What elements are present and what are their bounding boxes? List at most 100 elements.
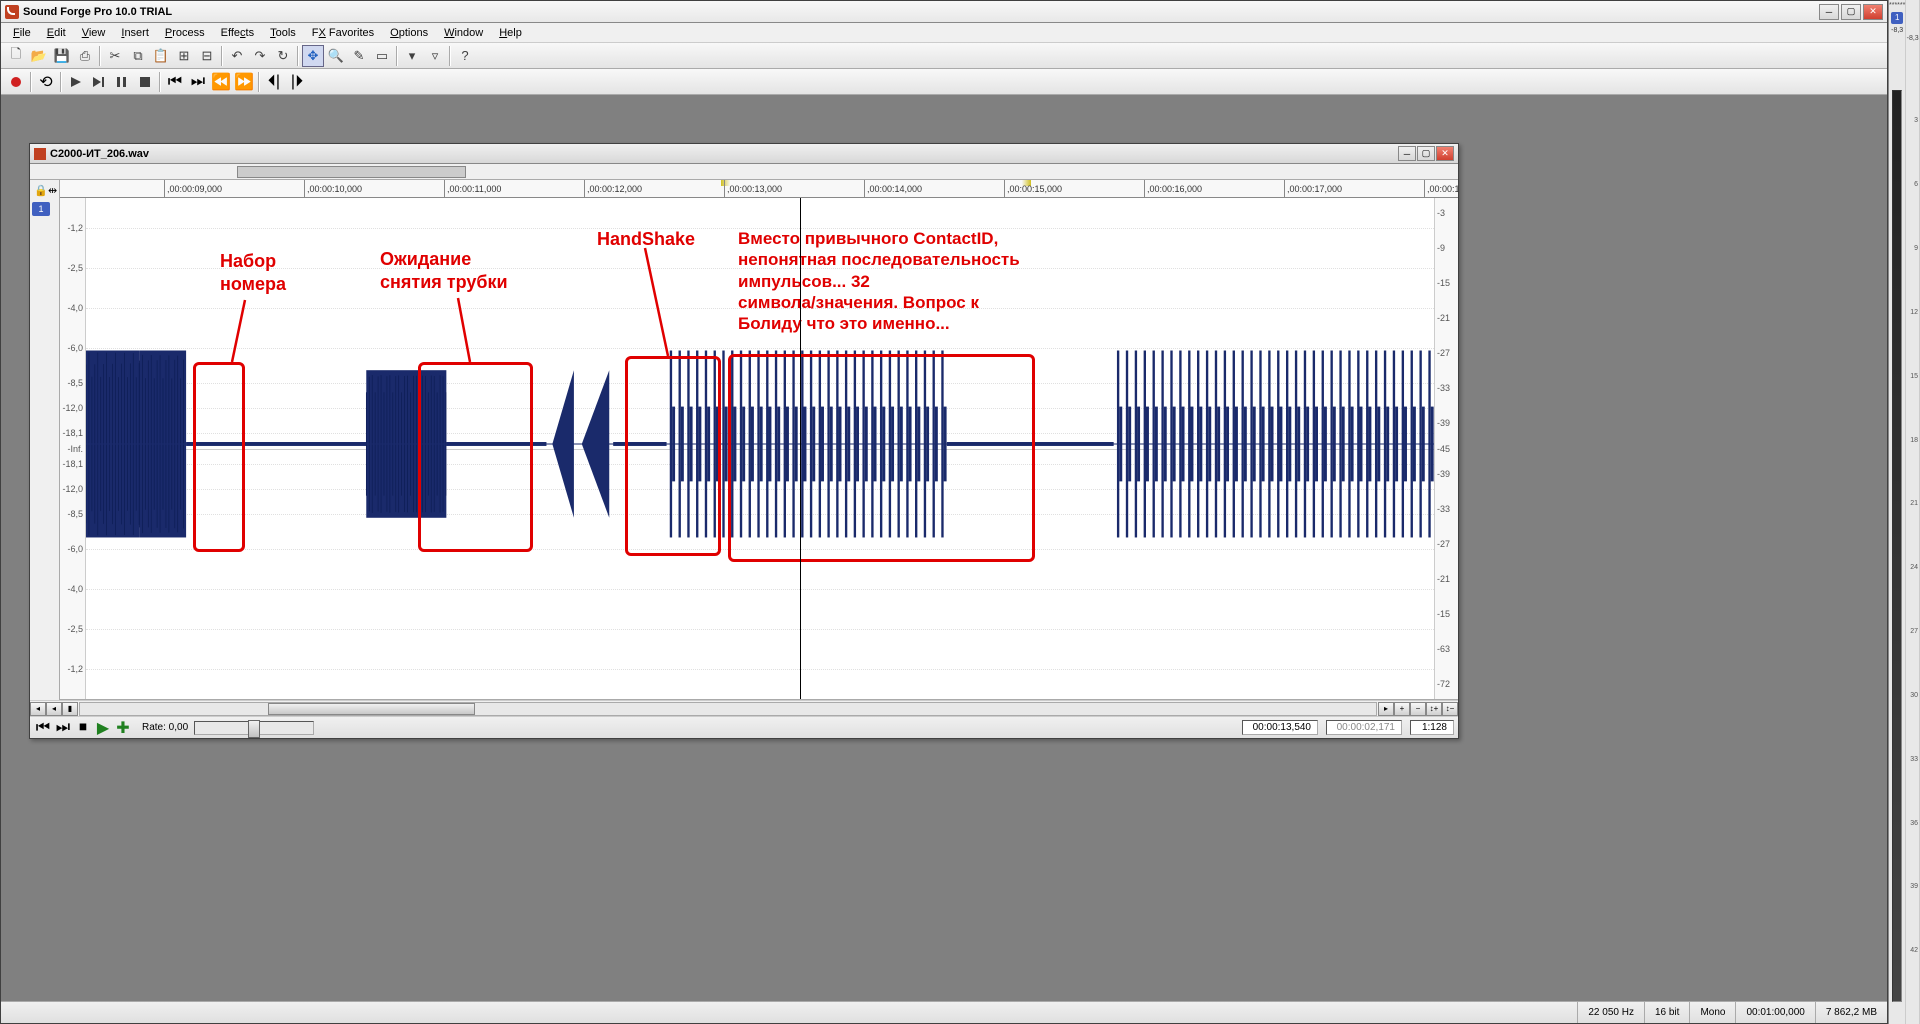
doc-close-button[interactable]: ✕ bbox=[1436, 146, 1454, 161]
loop-icon[interactable]: ⟲ bbox=[35, 71, 57, 93]
lock-icon[interactable]: 🔒 bbox=[34, 184, 48, 197]
save-icon[interactable]: 💾 bbox=[51, 45, 73, 67]
document-window: C2000-ИТ_206.wav ─ ▢ ✕ 🔒 ⇹ 1 bbox=[29, 143, 1459, 739]
app-icon bbox=[5, 5, 19, 19]
meter-bar bbox=[1892, 90, 1902, 1002]
main-transport: ⟲ ⏮ ⏭ ⏪ ⏩ ⏴| |⏵ bbox=[1, 69, 1887, 95]
next-marker-icon[interactable]: |⏵ bbox=[286, 71, 308, 93]
pause-icon[interactable] bbox=[111, 71, 133, 93]
cut-icon[interactable]: ✂ bbox=[104, 45, 126, 67]
undo-icon[interactable]: ↶ bbox=[226, 45, 248, 67]
time-ruler[interactable]: ,00:00:09,000,00:00:10,000,00:00:11,000,… bbox=[60, 180, 1458, 198]
db-scale-left: -1,2-2,5-4,0-6,0-8,5-12,0-18,1-Inf.-18,1… bbox=[60, 198, 86, 699]
main-titlebar: Sound Forge Pro 10.0 TRIAL ─ ▢ ✕ bbox=[1, 1, 1887, 23]
menu-window[interactable]: Window bbox=[436, 25, 491, 41]
scroll-thumb[interactable] bbox=[268, 703, 475, 715]
channel-gutter: 🔒 ⇹ 1 bbox=[30, 180, 60, 700]
overview-strip[interactable] bbox=[30, 164, 1458, 180]
time-selection[interactable]: 00:00:02,171 bbox=[1326, 720, 1402, 735]
status-total-time: 00:01:00,000 bbox=[1735, 1002, 1814, 1023]
menu-effects[interactable]: Effects bbox=[213, 25, 262, 41]
minimize-button[interactable]: ─ bbox=[1819, 4, 1839, 20]
main-window: Sound Forge Pro 10.0 TRIAL ─ ▢ ✕ File Ed… bbox=[0, 0, 1888, 1024]
rate-slider-thumb[interactable] bbox=[248, 720, 260, 738]
zoom-vert-out-icon[interactable]: ↕− bbox=[1442, 702, 1458, 716]
menu-insert[interactable]: Insert bbox=[113, 25, 157, 41]
goend-icon[interactable]: ⏭ bbox=[187, 71, 209, 93]
trim-icon[interactable]: ⊟ bbox=[196, 45, 218, 67]
redo-icon[interactable]: ↷ bbox=[249, 45, 271, 67]
doc-maximize-button[interactable]: ▢ bbox=[1417, 146, 1435, 161]
dt-goend-icon[interactable]: ⏭ bbox=[54, 719, 72, 737]
level-meters: ****** 1 -8,3 -8,3 369121518212427303336… bbox=[1888, 0, 1920, 1024]
menu-fxfav[interactable]: FX Favorites bbox=[304, 25, 382, 41]
dt-play-icon[interactable]: ▶ bbox=[94, 719, 112, 737]
menu-help[interactable]: Help bbox=[491, 25, 530, 41]
help-icon[interactable]: ? bbox=[454, 45, 476, 67]
scroll-track[interactable] bbox=[79, 702, 1377, 716]
waveform-display[interactable]: -1,2-2,5-4,0-6,0-8,5-12,0-18,1-Inf.-18,1… bbox=[60, 198, 1458, 700]
zoom-ratio[interactable]: 1:128 bbox=[1410, 720, 1454, 735]
scroll-right-icon[interactable]: ▸ bbox=[1378, 702, 1394, 716]
copy-icon[interactable]: ⧉ bbox=[127, 45, 149, 67]
menu-tools[interactable]: Tools bbox=[262, 25, 304, 41]
forward-icon[interactable]: ⏩ bbox=[233, 71, 255, 93]
menu-view[interactable]: View bbox=[74, 25, 114, 41]
close-button[interactable]: ✕ bbox=[1863, 4, 1883, 20]
menu-process[interactable]: Process bbox=[157, 25, 213, 41]
document-titlebar[interactable]: C2000-ИТ_206.wav ─ ▢ ✕ bbox=[30, 144, 1458, 164]
magnify-icon[interactable]: 🔍 bbox=[325, 45, 347, 67]
edit-tool-icon[interactable]: ✥ bbox=[302, 45, 324, 67]
meter-scale-column: -8,3 3691215182124273033363942 bbox=[1906, 0, 1920, 1024]
open-icon[interactable]: 📂 bbox=[28, 45, 50, 67]
meter-channel-badge: 1 bbox=[1891, 12, 1903, 24]
repeat-icon[interactable]: ↻ bbox=[272, 45, 294, 67]
scroll-left2-icon[interactable]: ◂ bbox=[46, 702, 62, 716]
maximize-button[interactable]: ▢ bbox=[1841, 4, 1861, 20]
zoom-vert-in-icon[interactable]: ↕+ bbox=[1426, 702, 1442, 716]
mix-icon[interactable]: ⊞ bbox=[173, 45, 195, 67]
mdi-workspace: C2000-ИТ_206.wav ─ ▢ ✕ 🔒 ⇹ 1 bbox=[1, 95, 1887, 1001]
menu-edit[interactable]: Edit bbox=[39, 25, 74, 41]
status-memory: 7 862,2 MB bbox=[1815, 1002, 1887, 1023]
scroll-home-icon[interactable]: ▮ bbox=[62, 702, 78, 716]
prev-marker-icon[interactable]: ⏴| bbox=[263, 71, 285, 93]
marker-icon[interactable]: ▾ bbox=[401, 45, 423, 67]
dt-add-icon[interactable]: ✚ bbox=[114, 719, 132, 737]
channel-badge[interactable]: 1 bbox=[32, 202, 50, 216]
event-icon[interactable]: ▭ bbox=[371, 45, 393, 67]
region-icon[interactable]: ▿ bbox=[424, 45, 446, 67]
zoom-out-icon[interactable]: − bbox=[1410, 702, 1426, 716]
time-position[interactable]: 00:00:13,540 bbox=[1242, 720, 1318, 735]
menu-options[interactable]: Options bbox=[382, 25, 436, 41]
playback-cursor[interactable] bbox=[800, 198, 801, 699]
status-channels: Mono bbox=[1689, 1002, 1735, 1023]
app-title: Sound Forge Pro 10.0 TRIAL bbox=[23, 6, 1819, 18]
saveas-icon[interactable]: ⎙ bbox=[74, 45, 96, 67]
rewind-icon[interactable]: ⏪ bbox=[210, 71, 232, 93]
scroll-left-icon[interactable]: ◂ bbox=[30, 702, 46, 716]
gostart-icon[interactable]: ⏮ bbox=[164, 71, 186, 93]
record-icon[interactable] bbox=[5, 71, 27, 93]
rate-slider[interactable] bbox=[194, 721, 314, 735]
meter-dots: ****** bbox=[1889, 2, 1905, 9]
overview-visible-region[interactable] bbox=[237, 166, 465, 178]
zoom-in-icon[interactable]: + bbox=[1394, 702, 1410, 716]
document-transport: ⏮ ⏭ ⏹ ▶ ✚ Rate: 0,00 00:00:13,540 00:00:… bbox=[30, 716, 1458, 738]
doc-minimize-button[interactable]: ─ bbox=[1398, 146, 1416, 161]
play-icon[interactable] bbox=[65, 71, 87, 93]
rate-label: Rate: 0,00 bbox=[142, 722, 188, 733]
pencil-icon[interactable]: ✎ bbox=[348, 45, 370, 67]
paste-icon[interactable]: 📋 bbox=[150, 45, 172, 67]
stop-icon[interactable] bbox=[134, 71, 156, 93]
new-icon[interactable]: 🗋 bbox=[5, 45, 27, 67]
status-sample-rate: 22 050 Hz bbox=[1577, 1002, 1644, 1023]
menu-file[interactable]: File bbox=[5, 25, 39, 41]
play-all-icon[interactable] bbox=[88, 71, 110, 93]
snap-icon[interactable]: ⇹ bbox=[48, 184, 57, 197]
meter-channel-1[interactable]: ****** 1 -8,3 bbox=[1889, 0, 1906, 1024]
dt-gostart-icon[interactable]: ⏮ bbox=[34, 719, 52, 737]
horizontal-scrollbar[interactable]: ◂ ◂ ▮ ▸ + − ↕+ ↕− bbox=[30, 700, 1458, 716]
statusbar: 22 050 Hz 16 bit Mono 00:01:00,000 7 862… bbox=[1, 1001, 1887, 1023]
dt-stop-icon[interactable]: ⏹ bbox=[74, 719, 92, 737]
